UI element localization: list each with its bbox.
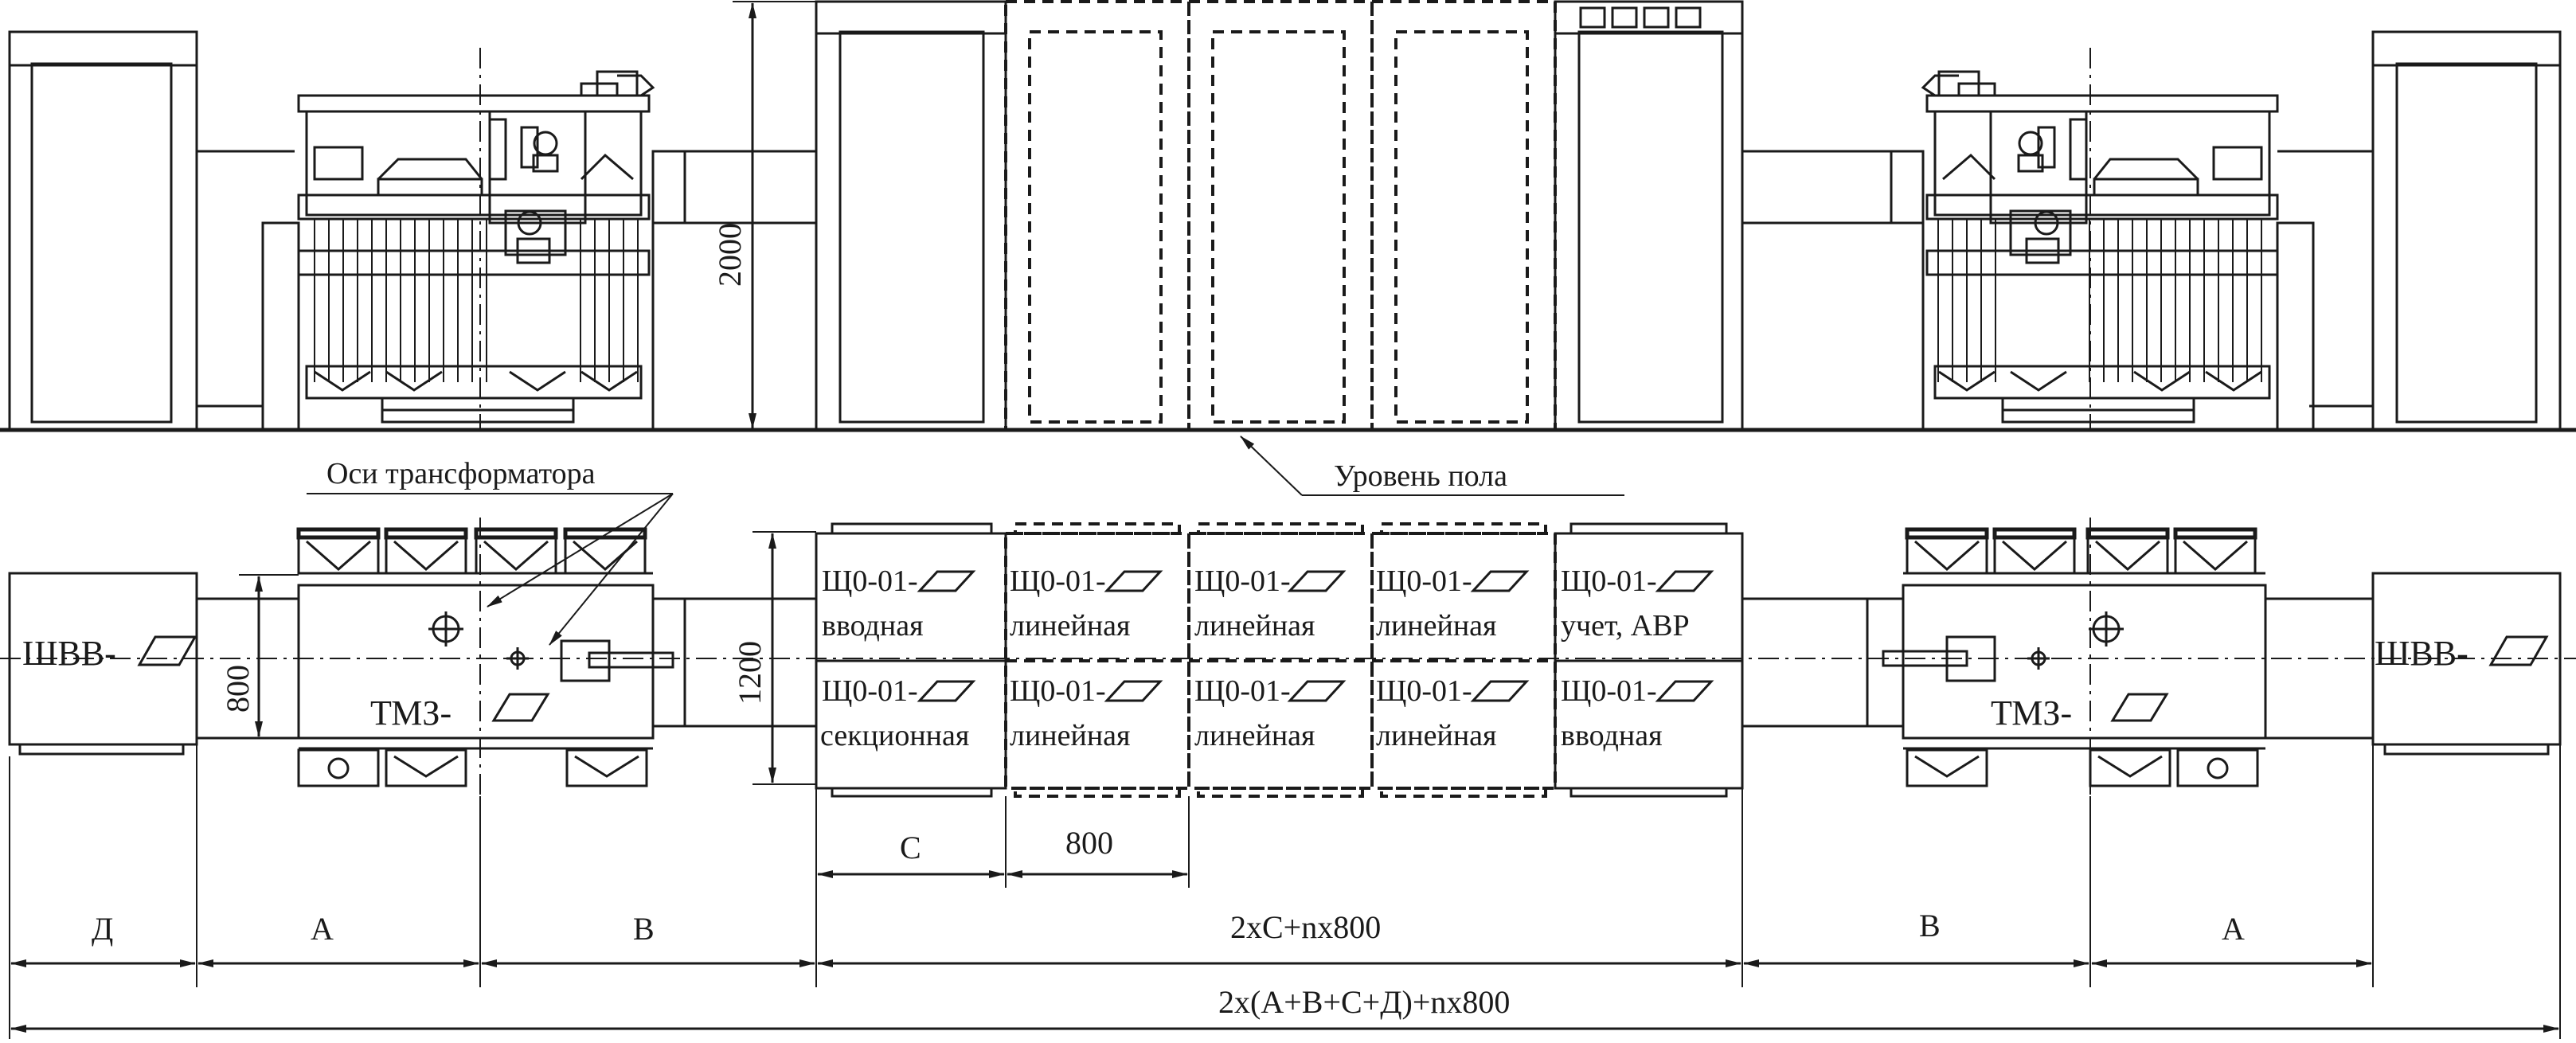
dimension-lines: С 800 Д А В 2хС+nх800 В А 2х(А+В+С+Д)+nх… xyxy=(9,744,2561,1039)
right-transformer-elevation xyxy=(1921,70,2279,424)
panel-5-bottom-code: Щ0-01- xyxy=(1561,674,1657,708)
right-shvv-parallelogram xyxy=(2488,635,2549,666)
panel-4-bottom-code: Щ0-01- xyxy=(1376,674,1472,708)
dim-d-label: Д xyxy=(92,911,113,947)
dim-c-label: С xyxy=(900,830,921,865)
panel-1-top-type: вводная xyxy=(822,609,924,643)
substation-layout-drawing: 2000 ШВВ- 800 ТМЗ- Оси трансформатора 12… xyxy=(0,0,2576,1039)
height-dimension-label: 2000 xyxy=(712,223,748,287)
switchboard-elevation xyxy=(815,0,1744,432)
left-cabinet-plan: ШВВ- xyxy=(8,572,198,756)
transformer-axes-label: Оси трансформатора xyxy=(326,457,596,490)
left-bus-duct-elevation xyxy=(197,150,816,432)
floor-level-callout: Уровень пола xyxy=(1240,436,1624,496)
panel-5-top-type: учет, АВР xyxy=(1561,609,1690,643)
panel-4-bottom-type: линейная xyxy=(1376,719,1497,752)
left-transformer-elevation xyxy=(297,70,655,424)
right-bus-duct-elevation xyxy=(1742,150,2373,432)
left-shvv-parallelogram xyxy=(137,635,197,666)
floor-level-label: Уровень пола xyxy=(1334,459,1507,493)
right-shvv-label: ШВВ- xyxy=(2375,634,2469,673)
width-800-label: 800 xyxy=(220,665,256,713)
panel-3-bottom-code: Щ0-01- xyxy=(1194,674,1291,708)
left-tmz-parallelogram xyxy=(491,693,550,722)
right-tmz-parallelogram xyxy=(2110,693,2169,722)
height-dimension: 2000 xyxy=(712,1,816,429)
left-bus-duct-plan xyxy=(197,597,816,740)
panel-5-top-code: Щ0-01- xyxy=(1561,564,1657,598)
dim-total-label: 2х(А+В+С+Д)+nх800 xyxy=(1218,984,1510,1020)
panel-1-top-code: Щ0-01- xyxy=(822,564,918,598)
panel-2-top-type: линейная xyxy=(1010,609,1131,643)
panel-1-bottom-code: Щ0-01- xyxy=(822,674,918,708)
left-cabinet-elevation xyxy=(8,30,198,432)
panel-1-bottom-type: секционная xyxy=(820,719,969,752)
panel-2-top-code: Щ0-01- xyxy=(1010,564,1106,598)
panel-3-top-type: линейная xyxy=(1194,609,1315,643)
dim-a-right-label: А xyxy=(2222,911,2245,947)
right-cabinet-plan: ШВВ- xyxy=(2371,572,2562,756)
left-shvv-label: ШВВ- xyxy=(22,634,116,673)
dim-b-left-label: В xyxy=(633,911,655,947)
depth-1200-label: 1200 xyxy=(732,641,768,705)
dim-panel-800-label: 800 xyxy=(1065,825,1113,861)
right-tmz-label: ТМЗ- xyxy=(1991,693,2072,732)
dim-middle-label: 2хС+nх800 xyxy=(1230,909,1381,945)
dim-a-left-label: А xyxy=(311,911,334,947)
panel-3-top-code: Щ0-01- xyxy=(1194,564,1291,598)
panel-2-bottom-code: Щ0-01- xyxy=(1010,674,1106,708)
panel-2-bottom-type: линейная xyxy=(1010,719,1131,752)
right-cabinet-elevation xyxy=(2371,30,2562,432)
panel-4-top-type: линейная xyxy=(1376,609,1497,643)
panel-5-bottom-type: вводная xyxy=(1561,719,1663,752)
left-tmz-label: ТМЗ- xyxy=(370,693,451,732)
dim-b-right-label: В xyxy=(1919,908,1941,943)
panel-3-bottom-type: линейная xyxy=(1194,719,1315,752)
elevation-view: 2000 xyxy=(0,0,2576,432)
panel-4-top-code: Щ0-01- xyxy=(1376,564,1472,598)
plan-view: ШВВ- 800 ТМЗ- Оси трансформатора 1200 Щ0… xyxy=(0,436,2576,798)
